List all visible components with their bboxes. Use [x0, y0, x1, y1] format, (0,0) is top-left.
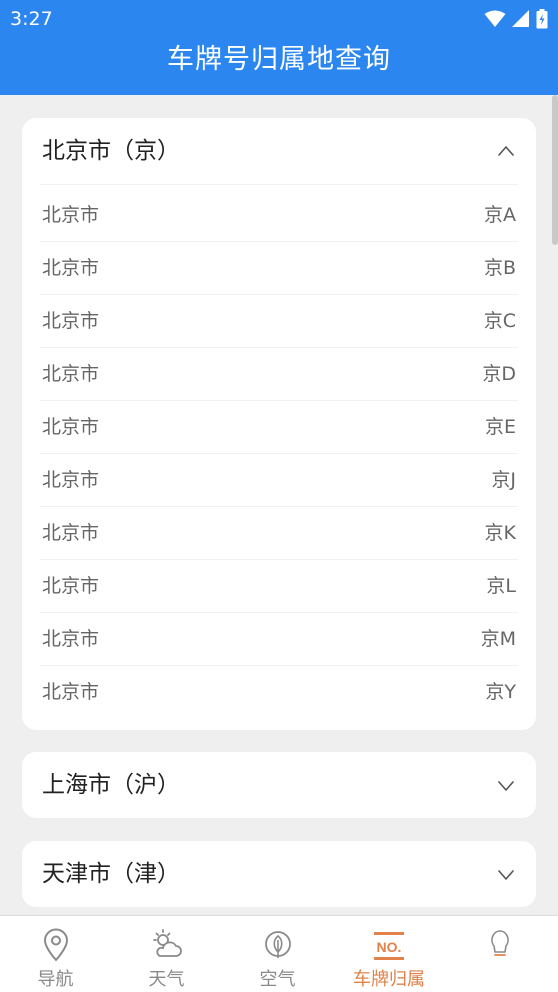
list-item-city: 北京市 [42, 363, 100, 385]
chevron-down-icon [498, 870, 514, 880]
location-pin-icon [43, 928, 68, 962]
list-item-code: 京J [491, 469, 516, 491]
status-icons [484, 9, 548, 29]
province-title: 北京市（京） [42, 138, 180, 164]
list-item-city: 北京市 [42, 204, 100, 226]
list-item[interactable]: 北京市 京B [40, 242, 518, 295]
list-item-code: 京L [486, 575, 516, 597]
nav-item-air[interactable]: 空气 [222, 916, 333, 992]
battery-icon [536, 9, 548, 29]
list-item-code: 京M [480, 628, 516, 650]
nav-label: 导航 [37, 969, 74, 990]
wifi-icon [484, 10, 506, 27]
page-title: 车牌号归属地查询 [167, 44, 391, 75]
province-header-beijing[interactable]: 北京市（京） [22, 118, 536, 184]
province-list[interactable]: 北京市（京） 北京市 京A 北京市 京B 北京市 京C 北京市 京D 北京市 京… [0, 95, 558, 915]
province-card-shanghai: 上海市（沪） [22, 752, 536, 818]
list-item-code: 京C [483, 310, 516, 332]
chevron-up-icon [498, 146, 514, 156]
list-item-code: 京D [482, 363, 516, 385]
list-item[interactable]: 北京市 京L [40, 560, 518, 613]
list-item-code: 京E [484, 416, 516, 438]
list-item[interactable]: 北京市 京D [40, 348, 518, 401]
svg-text:NO.: NO. [376, 939, 401, 955]
bottom-navigation: 导航 天气 空气 NO. 车牌归属 [0, 915, 558, 992]
province-title: 上海市（沪） [42, 772, 180, 798]
nav-item-navigation[interactable]: 导航 [0, 916, 111, 992]
app-bar: 车牌号归属地查询 [0, 40, 558, 95]
nav-label: 车牌归属 [353, 969, 425, 990]
nav-item-more[interactable] [444, 916, 555, 992]
province-card-beijing: 北京市（京） 北京市 京A 北京市 京B 北京市 京C 北京市 京D 北京市 京… [22, 118, 536, 730]
license-plate-icon: NO. [373, 932, 404, 960]
leaf-icon [264, 931, 291, 958]
list-item-city: 北京市 [42, 522, 100, 544]
province-card-tianjin: 天津市（津） [22, 841, 536, 907]
list-item[interactable]: 北京市 京M [40, 613, 518, 666]
list-item-city: 北京市 [42, 575, 100, 597]
lightbulb-icon [490, 930, 509, 956]
scrollbar-thumb[interactable] [552, 95, 558, 245]
list-item-city: 北京市 [42, 681, 100, 703]
nav-item-weather[interactable]: 天气 [111, 916, 222, 992]
list-item[interactable]: 北京市 京Y [40, 666, 518, 719]
list-item-city: 北京市 [42, 469, 100, 491]
list-item[interactable]: 北京市 京K [40, 507, 518, 560]
list-item[interactable]: 北京市 京J [40, 454, 518, 507]
weather-icon [152, 929, 182, 957]
list-item-code: 京B [483, 257, 516, 279]
province-title: 天津市（津） [42, 861, 180, 887]
nav-item-plate[interactable]: NO. 车牌归属 [333, 916, 444, 992]
status-time: 3:27 [10, 8, 53, 30]
chevron-down-icon [498, 781, 514, 791]
nav-label: 空气 [259, 969, 296, 990]
province-header-tianjin[interactable]: 天津市（津） [22, 841, 536, 907]
list-item-city: 北京市 [42, 416, 100, 438]
list-item-city: 北京市 [42, 310, 100, 332]
list-item[interactable]: 北京市 京E [40, 401, 518, 454]
province-header-shanghai[interactable]: 上海市（沪） [22, 752, 536, 818]
list-item-code: 京Y [485, 681, 516, 703]
nav-label: 天气 [148, 969, 185, 990]
list-item-city: 北京市 [42, 628, 100, 650]
list-item-code: 京A [484, 204, 516, 226]
status-bar: 3:27 [0, 0, 558, 40]
signal-icon [512, 10, 529, 27]
list-item-code: 京K [484, 522, 516, 544]
list-item[interactable]: 北京市 京A [40, 189, 518, 242]
list-item-city: 北京市 [42, 257, 100, 279]
list-item[interactable]: 北京市 京C [40, 295, 518, 348]
header-divider [40, 184, 518, 185]
